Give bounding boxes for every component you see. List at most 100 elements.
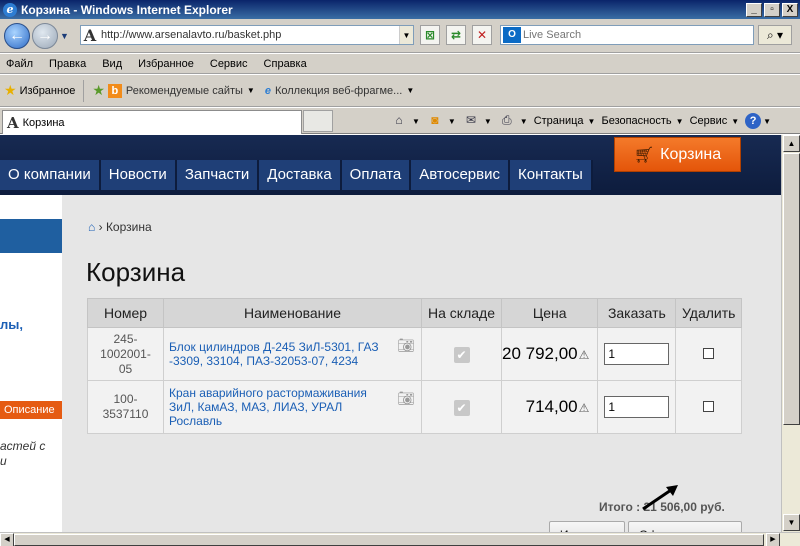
menu-help[interactable]: Справка [264, 58, 307, 70]
back-button[interactable]: ← [4, 23, 30, 49]
web-slice-dropdown-icon[interactable]: ▼ [406, 86, 414, 95]
part-name-link[interactable]: Блок цилиндров Д-245 ЗиЛ-5301, ГАЗ -3309… [163, 327, 422, 381]
scroll-left-icon[interactable]: ◀ [0, 533, 14, 546]
window-titlebar: e Корзина - Windows Internet Explorer _ … [0, 0, 800, 19]
quantity-input[interactable] [604, 396, 670, 418]
checkout-button[interactable]: Оформить заказ [628, 521, 742, 532]
horizontal-scroll-thumb[interactable] [14, 534, 764, 546]
vertical-scrollbar[interactable]: ▲ ▼ [781, 135, 800, 532]
in-stock-cell: ✔ [421, 327, 502, 381]
part-number-line: 05 [118, 361, 133, 376]
suggested-sites-dropdown-icon[interactable]: ▼ [247, 86, 255, 95]
address-dropdown-icon[interactable]: ▼ [399, 26, 413, 44]
tools-menu-dropdown-icon[interactable]: ▼ [731, 117, 739, 126]
nav-parts[interactable]: Запчасти [176, 160, 260, 190]
new-tab-button[interactable] [303, 110, 333, 132]
sidebar-text-line: астей с [0, 439, 46, 453]
menu-bar: Файл Правка Вид Избранное Сервис Справка [0, 54, 800, 74]
tab-basket[interactable]: A Корзина [2, 110, 302, 134]
print-icon[interactable]: ⎙ [498, 113, 516, 129]
nav-autoservice[interactable]: Автосервис [411, 160, 511, 190]
nav-news[interactable]: Новости [100, 160, 177, 190]
search-button[interactable]: ⌕ ▾ [758, 25, 792, 45]
home-icon[interactable]: ⌂ [390, 113, 408, 129]
part-name-line[interactable]: Блок цилиндров Д-245 ЗиЛ-5301, ГАЗ [169, 340, 421, 354]
page-menu[interactable]: Страница [534, 115, 584, 127]
sidebar-link[interactable]: лы, [0, 317, 23, 332]
col-delete: Удалить [675, 298, 742, 328]
safety-menu-dropdown-icon[interactable]: ▼ [676, 117, 684, 126]
delete-cell [675, 327, 742, 381]
maximize-button[interactable]: ▫ [764, 2, 780, 17]
help-dropdown-icon[interactable]: ▼ [763, 117, 771, 126]
scroll-right-icon[interactable]: ▶ [766, 533, 780, 546]
price-value: 20 792,00 [502, 344, 578, 363]
nav-payment[interactable]: Оплата [341, 160, 412, 190]
nav-delivery[interactable]: Доставка [259, 160, 342, 190]
delete-checkbox[interactable] [703, 348, 715, 359]
live-search-icon: O [503, 27, 521, 43]
page-title: Корзина [86, 257, 186, 287]
menu-view[interactable]: Вид [102, 58, 122, 70]
tab-title: Корзина [22, 116, 65, 129]
warning-icon: ⚠ [578, 348, 590, 362]
address-url[interactable]: http://www.arsenalavto.ru/basket.php [99, 29, 399, 41]
history-dropdown-icon[interactable]: ▼ [60, 31, 69, 41]
favorites-button[interactable]: Избранное [20, 85, 76, 97]
search-box[interactable]: O [500, 25, 754, 45]
nav-about[interactable]: О компании [0, 160, 101, 190]
menu-edit[interactable]: Правка [49, 58, 86, 70]
mail-icon[interactable]: ✉ [462, 113, 480, 129]
feeds-icon[interactable]: ◙ [426, 113, 444, 129]
col-stock: На складе [421, 298, 502, 328]
mail-dropdown-icon[interactable]: ▼ [484, 117, 492, 126]
menu-file[interactable]: Файл [6, 58, 33, 70]
quantity-input[interactable] [604, 343, 670, 365]
header-cart-button[interactable]: 🛒︎ Корзина [614, 137, 741, 172]
tab-favicon-icon: A [7, 113, 19, 132]
page-menu-dropdown-icon[interactable]: ▼ [588, 117, 596, 126]
safety-menu[interactable]: Безопасность [601, 115, 671, 127]
tools-menu[interactable]: Сервис [690, 115, 728, 127]
print-dropdown-icon[interactable]: ▼ [520, 117, 528, 126]
address-bar[interactable]: A http://www.arsenalavto.ru/basket.php ▼ [80, 25, 414, 45]
stop-button[interactable]: ✕ [472, 25, 492, 45]
feeds-dropdown-icon[interactable]: ▼ [448, 117, 456, 126]
suggested-sites-link[interactable]: Рекомендуемые сайты [126, 85, 243, 97]
vertical-scroll-thumb[interactable] [783, 153, 800, 425]
compatibility-icon: ⊠ [424, 28, 436, 42]
table-header-row: Номер Наименование На складе Цена Заказа… [87, 298, 742, 328]
search-input[interactable] [523, 29, 753, 41]
minimize-button[interactable]: _ [746, 2, 762, 17]
nav-contacts[interactable]: Контакты [510, 160, 593, 190]
part-name-line[interactable]: -3309, 33104, ПАЗ-32053-07, 4234 [169, 354, 421, 368]
part-name-line[interactable]: ЗиЛ, КамАЗ, МАЗ, ЛИАЗ, УРАЛ [169, 400, 421, 414]
close-button[interactable]: X [782, 2, 798, 17]
home-dropdown-icon[interactable]: ▼ [412, 117, 420, 126]
refresh-button[interactable]: ⇄ [446, 25, 466, 45]
menu-favorites[interactable]: Избранное [138, 58, 194, 70]
add-favorite-icon[interactable]: ★ [92, 82, 105, 99]
sidebar-text-line: и [0, 454, 7, 468]
scroll-down-icon[interactable]: ▼ [783, 514, 800, 531]
scroll-up-icon[interactable]: ▲ [783, 135, 800, 152]
update-basket-button[interactable]: Изменить [549, 521, 625, 532]
window-title: Корзина - Windows Internet Explorer [21, 2, 233, 17]
camera-icon[interactable]: 📷︎ [397, 338, 415, 352]
part-name-link[interactable]: Кран аварийного растормаживания ЗиЛ, Кам… [163, 380, 422, 434]
web-slice-gallery-link[interactable]: Коллекция веб-фрагме... [275, 85, 402, 97]
horizontal-scrollbar[interactable]: ◀ ▶ [0, 532, 800, 546]
col-price: Цена [500, 298, 599, 328]
part-name-line[interactable]: Рославль [169, 414, 421, 428]
camera-icon[interactable]: 📷︎ [397, 391, 415, 405]
delete-checkbox[interactable] [703, 401, 715, 412]
part-name-line[interactable]: Кран аварийного растормаживания [169, 386, 421, 400]
in-stock-check-icon: ✔ [453, 346, 470, 363]
home-icon[interactable]: ⌂ [88, 220, 95, 234]
compatibility-view-button[interactable]: ⊠ [420, 25, 440, 45]
help-icon[interactable]: ? [745, 113, 762, 129]
menu-tools[interactable]: Сервис [210, 58, 248, 70]
forward-button[interactable]: → [32, 23, 58, 49]
price-value: 714,00 [525, 397, 578, 416]
sidebar-tab-description[interactable]: Описание [0, 401, 62, 419]
